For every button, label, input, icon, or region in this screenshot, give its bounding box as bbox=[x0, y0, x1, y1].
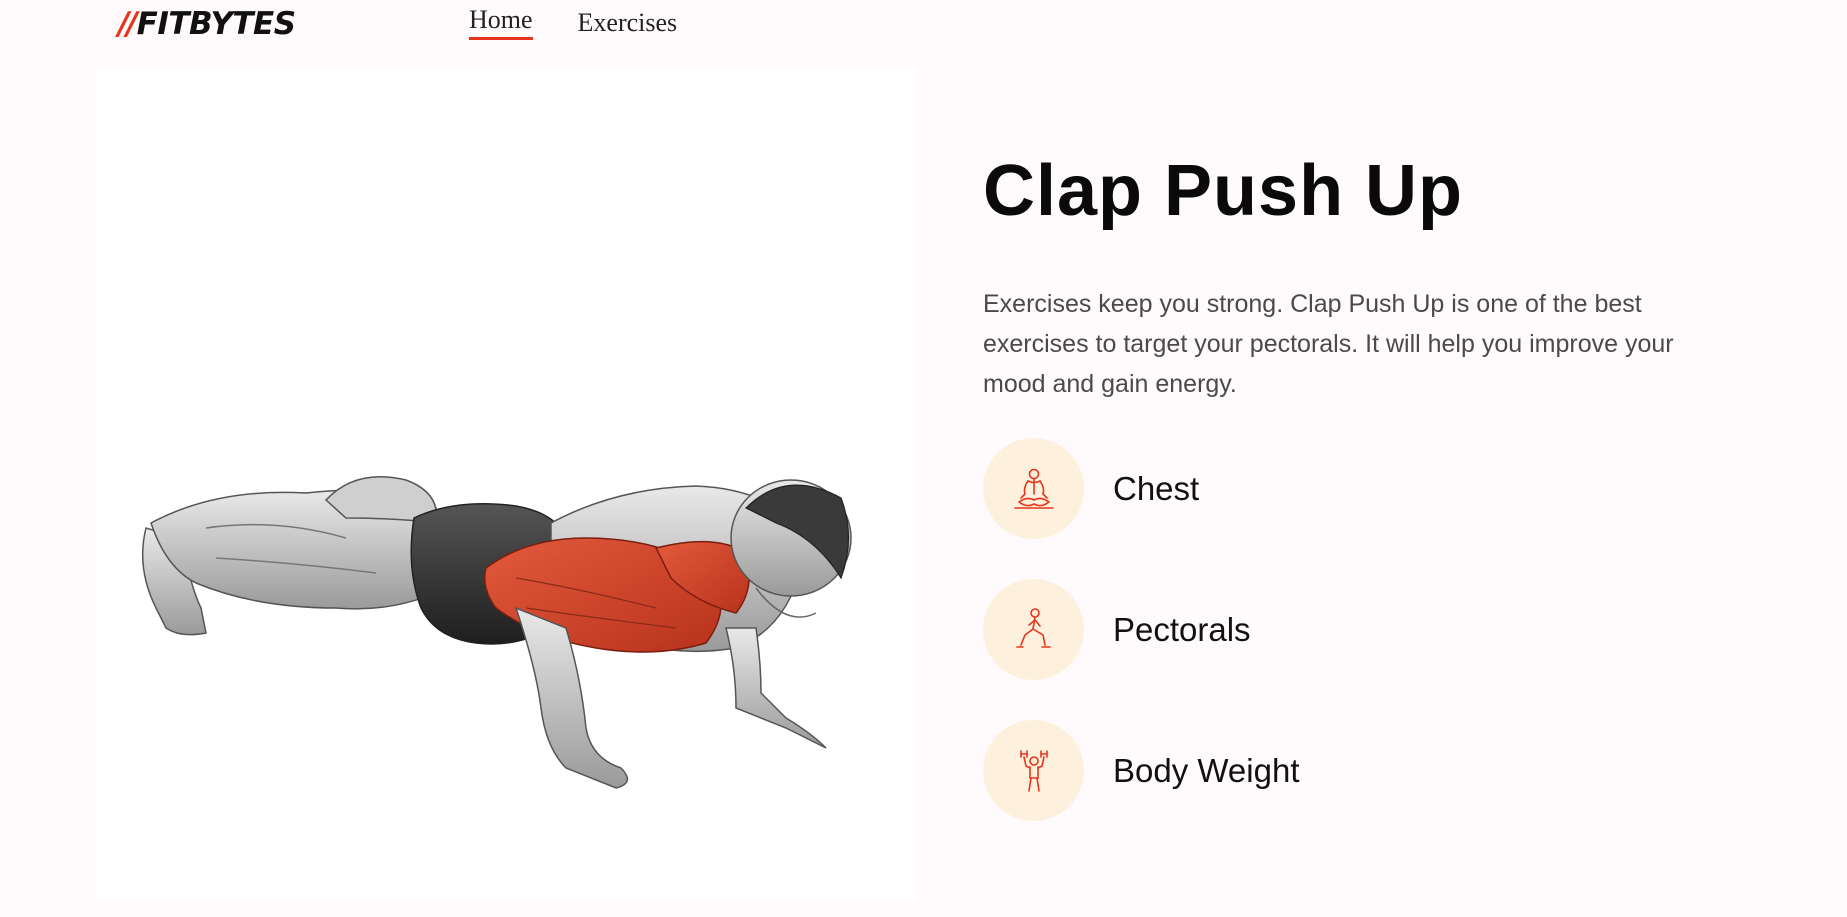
tag-pectorals: Pectorals bbox=[983, 579, 1723, 680]
exercise-image bbox=[96, 68, 916, 900]
meditation-icon[interactable] bbox=[983, 438, 1084, 539]
logo-slashes: // bbox=[118, 6, 138, 42]
exercise-tags: Chest Pectorals Body Weight bbox=[983, 438, 1723, 821]
tag-label-pectorals: Pectorals bbox=[1113, 610, 1251, 648]
exercise-description: Exercises keep you strong. Clap Push Up … bbox=[983, 290, 1674, 398]
main-nav: Home Exercises bbox=[469, 5, 678, 43]
tag-label-chest: Chest bbox=[1113, 469, 1200, 507]
nav-exercises-link[interactable]: Exercises bbox=[578, 8, 678, 43]
logo[interactable]: // FITBYTES bbox=[118, 4, 296, 44]
push-up-illustration bbox=[141, 476, 852, 789]
exercise-title: Clap Push Up bbox=[983, 151, 1464, 231]
nav-home-link[interactable]: Home bbox=[469, 5, 533, 40]
exercise-details: Clap Push Up Exercises keep you strong. … bbox=[983, 150, 1723, 821]
lunge-icon[interactable] bbox=[983, 579, 1084, 680]
tag-body-weight: Body Weight bbox=[983, 720, 1723, 821]
tag-label-body-weight: Body Weight bbox=[1113, 751, 1300, 789]
logo-text: FITBYTES bbox=[136, 6, 296, 42]
dumbbell-lift-icon[interactable] bbox=[983, 720, 1084, 821]
site-header: // FITBYTES Home Exercises bbox=[0, 0, 1847, 64]
tag-chest: Chest bbox=[983, 438, 1723, 539]
